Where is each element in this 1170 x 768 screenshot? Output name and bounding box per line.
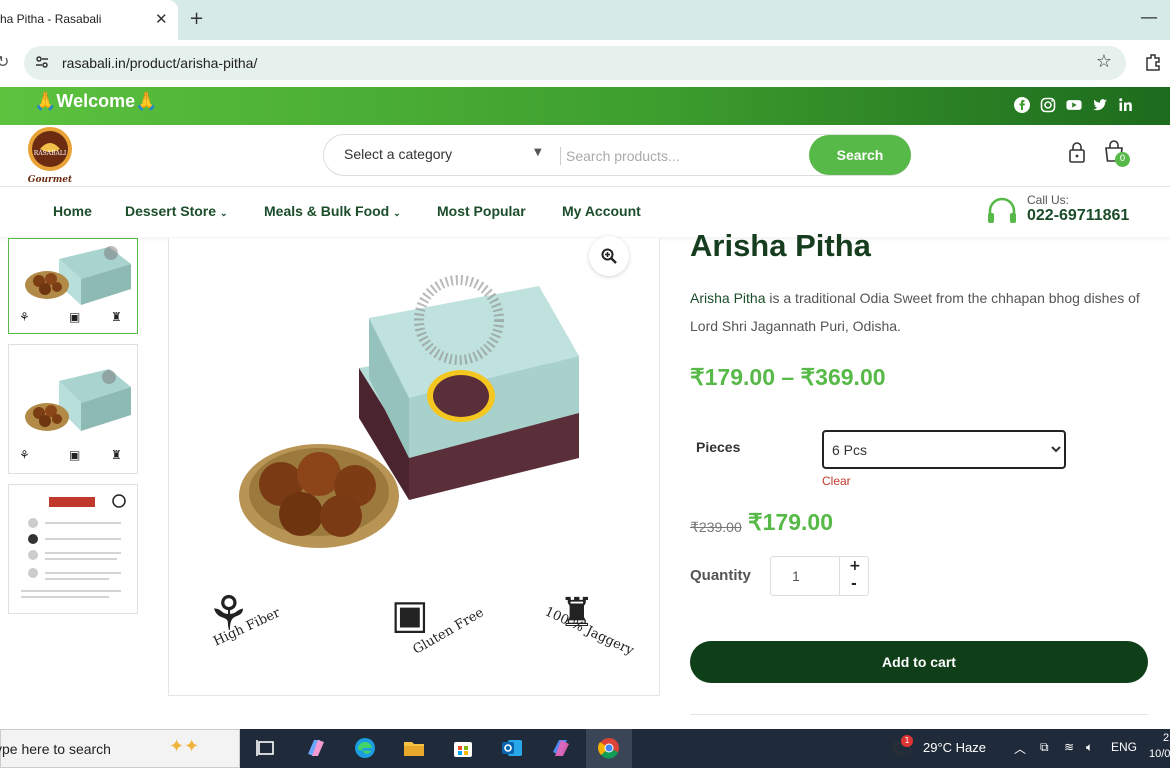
call-label: Call Us: xyxy=(1027,193,1070,207)
zoom-in-icon xyxy=(601,248,617,264)
bookmark-star-icon[interactable]: ☆ xyxy=(1096,51,1112,72)
site-header: RASABALI Gourmet Select a category ▼ Sea… xyxy=(0,125,1170,187)
details-divider xyxy=(690,714,1148,715)
zoom-button[interactable] xyxy=(589,236,629,276)
copilot-icon[interactable] xyxy=(304,736,328,760)
price-range: ₹179.00 – ₹369.00 xyxy=(690,364,886,390)
product-thumbnail-2[interactable]: ⚘ ▣ ♜ xyxy=(8,344,138,474)
linkedin-icon[interactable] xyxy=(1118,97,1134,113)
nav-meals-label: Meals & Bulk Food xyxy=(264,203,390,219)
rasabali-logo[interactable]: RASABALI Gourmet xyxy=(26,125,76,185)
add-to-cart-button[interactable]: Add to cart xyxy=(690,641,1148,683)
search-bar: Select a category ▼ Search xyxy=(323,134,911,176)
product-description-highlight: Arisha Pitha xyxy=(690,290,766,306)
search-divider xyxy=(560,147,561,165)
svg-text:▣: ▣ xyxy=(391,592,429,638)
nav-dessert-store[interactable]: Dessert Store ⌄ xyxy=(125,203,227,219)
minimize-button[interactable]: — xyxy=(1140,7,1158,28)
main-nav: Home Dessert Store ⌄ Meals & Bulk Food ⌄… xyxy=(0,187,1170,237)
outlook-icon[interactable] xyxy=(500,736,524,760)
tab-close-icon[interactable]: ✕ xyxy=(155,10,168,28)
nav-home[interactable]: Home xyxy=(53,203,92,219)
pieces-label: Pieces xyxy=(696,439,741,455)
quantity-stepper: + - xyxy=(770,556,869,596)
product-thumbnail-1[interactable]: ⚘ ▣ ♜ xyxy=(8,238,138,334)
copilot-sparkle-icon: ✦✦ xyxy=(169,736,200,757)
address-bar: ↻ rasabali.in/product/arisha-pitha/ ☆ xyxy=(0,40,1170,87)
omnibox[interactable]: rasabali.in/product/arisha-pitha/ ☆ xyxy=(24,46,1126,80)
svg-text:RASABALI: RASABALI xyxy=(34,150,67,157)
chevron-up-icon[interactable]: ︿ xyxy=(1014,740,1026,757)
welcome-bar: 🙏Welcome🙏 xyxy=(0,87,1170,125)
quantity-divider xyxy=(839,557,840,595)
reload-icon[interactable]: ↻ xyxy=(0,52,9,71)
svg-text:▣: ▣ xyxy=(69,448,80,462)
search-input[interactable] xyxy=(566,143,806,169)
weather-text[interactable]: 29°C Haze xyxy=(923,740,986,755)
browser-tab[interactable]: ha Pitha - Rasabali ✕ xyxy=(0,0,178,40)
weather-badge: 1 xyxy=(901,735,913,747)
product-thumbnail-3[interactable] xyxy=(8,484,138,614)
volume-icon[interactable]: 🔈︎ xyxy=(1086,740,1093,755)
tab-title: ha Pitha - Rasabali xyxy=(0,12,102,26)
quantity-minus-button[interactable]: - xyxy=(851,576,857,592)
browser-tab-bar: ha Pitha - Rasabali ✕ + — xyxy=(0,0,1170,40)
site-info-icon[interactable] xyxy=(34,54,50,70)
m365-icon[interactable] xyxy=(549,736,573,760)
product-description: Arisha Pitha is a traditional Odia Sweet… xyxy=(690,284,1150,340)
old-price: ₹239.00 xyxy=(690,519,742,535)
search-button[interactable]: Search xyxy=(809,135,911,175)
welcome-text: 🙏Welcome🙏 xyxy=(34,91,158,111)
language-indicator[interactable]: ENG xyxy=(1111,740,1137,754)
task-view-icon[interactable] xyxy=(254,736,278,760)
cart-count-badge: 0 xyxy=(1115,152,1130,167)
taskbar-search-text[interactable]: ype here to search xyxy=(0,741,111,757)
svg-text:Gourmet: Gourmet xyxy=(28,175,73,185)
svg-text:⚘: ⚘ xyxy=(19,310,30,324)
facebook-icon[interactable] xyxy=(1014,97,1030,113)
main-product-image[interactable]: ⚘ ▣ ♜ High Fiber Gluten Free 100 % Jagge… xyxy=(168,238,660,696)
sale-price: ₹179.00 xyxy=(748,509,833,535)
category-select[interactable]: Select a category xyxy=(344,146,452,162)
taskbar-search[interactable]: ype here to search ✦✦ xyxy=(0,729,240,768)
headset-icon xyxy=(988,197,1016,223)
wifi-icon[interactable]: ≋ xyxy=(1064,740,1074,754)
edge-icon[interactable] xyxy=(353,736,377,760)
file-explorer-icon[interactable] xyxy=(402,736,426,760)
url-text[interactable]: rasabali.in/product/arisha-pitha/ xyxy=(62,55,257,71)
instagram-icon[interactable] xyxy=(1040,97,1056,113)
quantity-label: Quantity xyxy=(690,567,751,584)
nav-most-popular[interactable]: Most Popular xyxy=(437,203,526,219)
windows-taskbar: ype here to search ✦✦ 🌤 1 29°C Haze ︿ ⧉ … xyxy=(0,729,1170,768)
youtube-icon[interactable] xyxy=(1066,97,1082,113)
chevron-down-icon[interactable]: ▼ xyxy=(534,147,542,158)
store-icon[interactable] xyxy=(451,736,475,760)
svg-text:⚘: ⚘ xyxy=(19,448,30,462)
chevron-down-icon: ⌄ xyxy=(393,208,401,218)
new-tab-button[interactable]: + xyxy=(189,8,204,29)
chrome-icon[interactable] xyxy=(597,736,621,760)
clock-time[interactable]: 2 xyxy=(1163,732,1169,744)
svg-text:♜: ♜ xyxy=(111,448,122,462)
product-title: Arisha Pitha xyxy=(690,228,871,263)
clock-date[interactable]: 10/0 xyxy=(1149,748,1170,760)
nav-dessert-store-label: Dessert Store xyxy=(125,203,217,219)
clear-link[interactable]: Clear xyxy=(822,474,851,488)
call-number[interactable]: 022-69711861 xyxy=(1027,207,1129,225)
pieces-select[interactable]: 6 Pcs xyxy=(822,430,1066,469)
camera-icon[interactable]: ⧉ xyxy=(1040,740,1049,755)
quantity-input[interactable] xyxy=(772,558,838,594)
quantity-plus-button[interactable]: + xyxy=(849,558,861,574)
extensions-icon[interactable] xyxy=(1143,52,1163,72)
twitter-icon[interactable] xyxy=(1092,97,1108,113)
nav-my-account[interactable]: My Account xyxy=(562,203,641,219)
chevron-down-icon: ⌄ xyxy=(219,208,228,218)
lock-icon[interactable] xyxy=(1068,141,1086,163)
nav-meals-bulk-food[interactable]: Meals & Bulk Food ⌄ xyxy=(264,203,401,219)
svg-text:▣: ▣ xyxy=(69,310,80,324)
svg-text:♜: ♜ xyxy=(111,310,122,324)
social-links xyxy=(1014,97,1134,113)
